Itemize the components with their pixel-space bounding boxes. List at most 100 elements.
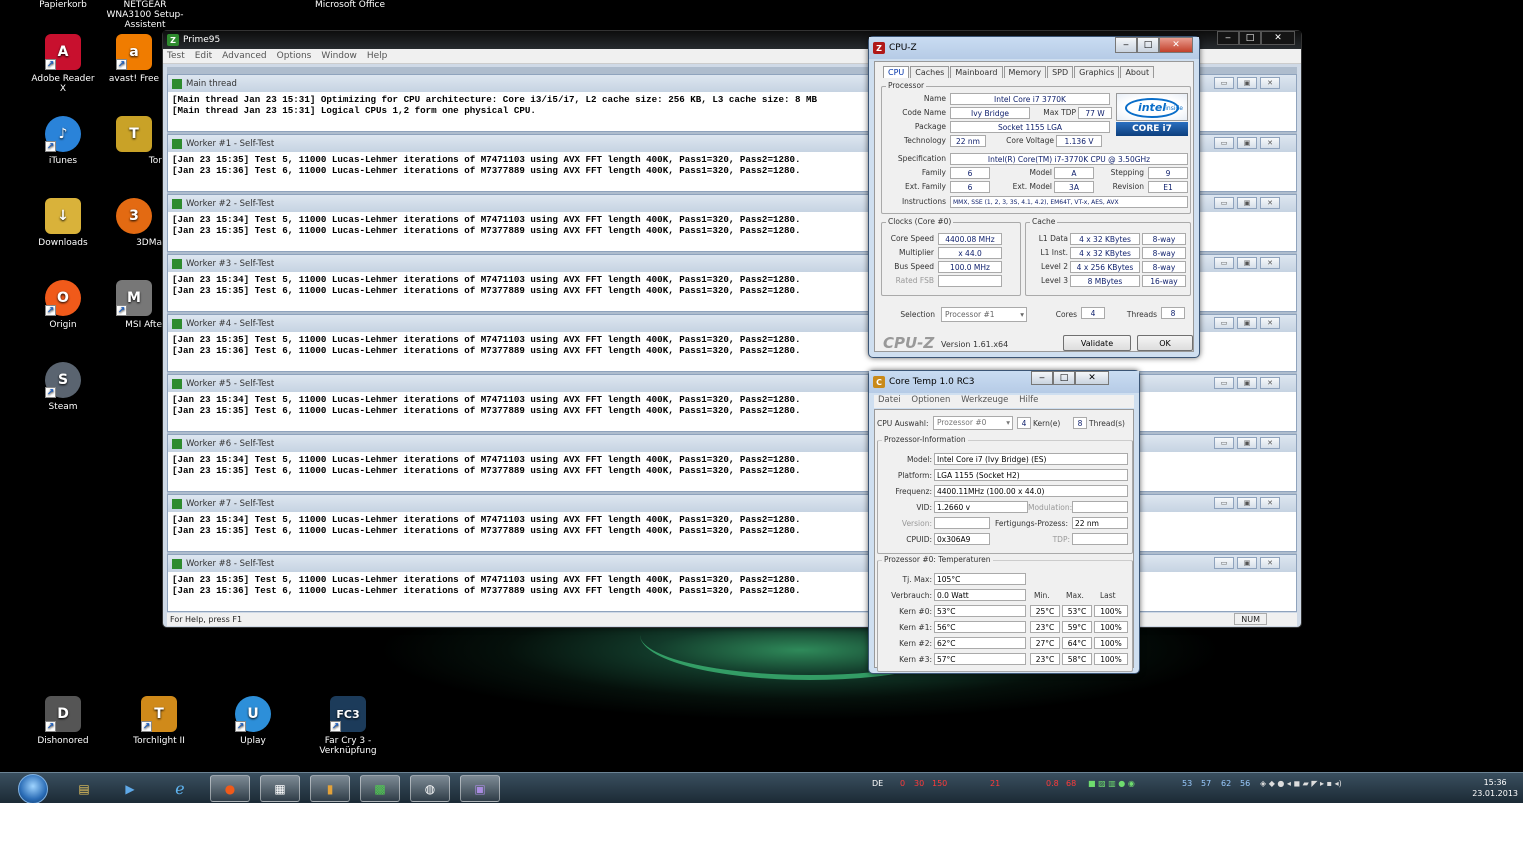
mdi-minimize-button[interactable]: ▭ <box>1214 197 1234 209</box>
mdi-restore-button[interactable]: ▣ <box>1237 557 1257 569</box>
clock[interactable]: 15:36 23.01.2013 <box>1472 777 1518 799</box>
mdi-close-button[interactable]: ✕ <box>1260 77 1280 89</box>
tab-about[interactable]: About <box>1120 66 1155 78</box>
mdi-minimize-button[interactable]: ▭ <box>1214 77 1234 89</box>
cpuz-window[interactable]: Z CPU-Z ‒ □ ✕ CPU Caches Mainboard Memor… <box>868 36 1200 358</box>
taskbar-internet-explorer-button[interactable]: ℯ <box>160 775 200 802</box>
mdi-close-button[interactable]: ✕ <box>1260 497 1280 509</box>
mdi-close-button[interactable]: ✕ <box>1260 557 1280 569</box>
tray-value: 21 <box>990 779 1001 788</box>
taskbar-cpuz-button[interactable]: ▦ <box>260 775 300 802</box>
tab-mainboard[interactable]: Mainboard <box>950 66 1003 78</box>
tab-cpu[interactable]: CPU <box>883 66 910 78</box>
taskbar-prime95-button[interactable]: ▩ <box>360 775 400 802</box>
language-indicator[interactable]: DE <box>872 779 883 788</box>
cpuz-titlebar[interactable]: Z CPU-Z ‒ □ ✕ <box>869 37 1199 59</box>
desktop-icon-avast[interactable]: a ↗ avast! Free <box>106 34 162 84</box>
menu-datei[interactable]: Datei <box>878 395 901 405</box>
desktop-icon-dishonored[interactable]: D ↗ Dishonored <box>28 696 98 746</box>
mdi-restore-button[interactable]: ▣ <box>1237 497 1257 509</box>
menu-edit[interactable]: Edit <box>195 51 212 61</box>
menu-optionen[interactable]: Optionen <box>911 395 950 405</box>
desktop-label-recycle-bin[interactable]: Papierkorb <box>18 0 108 10</box>
desktop-icon-3dmark[interactable]: 3 3DMa <box>106 198 162 248</box>
taskbar-steam-button[interactable]: ◍ <box>410 775 450 802</box>
menu-window[interactable]: Window <box>321 51 357 61</box>
coretemp-window[interactable]: C Core Temp 1.0 RC3 ‒ □ ✕ Datei Optionen… <box>868 370 1140 674</box>
chevron-down-icon: ▾ <box>1006 418 1010 427</box>
mdi-restore-button[interactable]: ▣ <box>1237 197 1257 209</box>
menu-options[interactable]: Options <box>277 51 312 61</box>
thread-icon <box>172 78 182 89</box>
taskbar-coretemp-button[interactable]: ▮ <box>310 775 350 802</box>
desktop-icon-steam[interactable]: S ↗ Steam <box>28 362 98 412</box>
taskbar-explorer-button[interactable]: ▤ <box>64 775 104 802</box>
maximize-button[interactable]: □ <box>1053 371 1075 385</box>
processor-select[interactable]: Processor #1 ▾ <box>941 307 1027 322</box>
cpu-select[interactable]: Prozessor #0 ▾ <box>933 416 1013 430</box>
desktop-icon-downloads[interactable]: ↓ Downloads <box>28 198 98 248</box>
minimize-button[interactable]: ‒ <box>1115 37 1137 53</box>
mdi-minimize-button[interactable]: ▭ <box>1214 137 1234 149</box>
close-button[interactable]: ✕ <box>1159 37 1193 53</box>
desktop-icon-origin[interactable]: O ↗ Origin <box>28 280 98 330</box>
mdi-restore-button[interactable]: ▣ <box>1237 137 1257 149</box>
mdi-restore-button[interactable]: ▣ <box>1237 77 1257 89</box>
mdi-close-button[interactable]: ✕ <box>1260 197 1280 209</box>
mdi-minimize-button[interactable]: ▭ <box>1214 557 1234 569</box>
maximize-button[interactable]: □ <box>1137 37 1159 53</box>
desktop-icon-torchlight[interactable]: T ↗ Torchlight II <box>124 696 194 746</box>
tray-icons-group[interactable]: ◈ ◆ ● ◂ ◼ ▰ ◤ ▸ ▪ ◂) <box>1260 779 1342 788</box>
mdi-close-button[interactable]: ✕ <box>1260 317 1280 329</box>
mdi-close-button[interactable]: ✕ <box>1260 377 1280 389</box>
tab-spd[interactable]: SPD <box>1047 66 1074 78</box>
uplay-icon: U ↗ <box>235 696 271 732</box>
mdi-restore-button[interactable]: ▣ <box>1237 377 1257 389</box>
desktop-label-netgear[interactable]: NETGEAR WNA3100 Setup-Assistent <box>100 0 190 30</box>
tab-caches[interactable]: Caches <box>910 66 950 78</box>
codename-value: Ivy Bridge <box>950 107 1030 119</box>
menu-werkzeuge[interactable]: Werkzeuge <box>961 395 1008 405</box>
tab-graphics[interactable]: Graphics <box>1074 66 1120 78</box>
taskbar-origin-button[interactable]: ● <box>210 775 250 802</box>
bus-speed-value: 100.0 MHz <box>938 261 1002 273</box>
mdi-minimize-button[interactable]: ▭ <box>1214 257 1234 269</box>
mdi-minimize-button[interactable]: ▭ <box>1214 377 1234 389</box>
mdi-minimize-button[interactable]: ▭ <box>1214 497 1234 509</box>
desktop-label-office[interactable]: Microsoft Office <box>305 0 395 10</box>
mdi-minimize-button[interactable]: ▭ <box>1214 437 1234 449</box>
mdi-close-button[interactable]: ✕ <box>1260 137 1280 149</box>
desktop-icon-adobe-reader[interactable]: A ↗ Adobe Reader X <box>28 34 98 94</box>
field-label: Thread(s) <box>1089 419 1125 428</box>
mdi-restore-button[interactable]: ▣ <box>1237 317 1257 329</box>
desktop-icon-msi-afterburner[interactable]: M ↗ MSI Afte <box>106 280 162 330</box>
desktop-icon-far-cry-3[interactable]: FC3 ↗ Far Cry 3 - Verknüpfung <box>313 696 383 756</box>
mdi-minimize-button[interactable]: ▭ <box>1214 317 1234 329</box>
desktop-icon-uplay[interactable]: U ↗ Uplay <box>218 696 288 746</box>
menu-test[interactable]: Test <box>167 51 185 61</box>
menu-advanced[interactable]: Advanced <box>222 51 266 61</box>
close-button[interactable]: ✕ <box>1261 31 1295 45</box>
minimize-button[interactable]: ‒ <box>1031 371 1053 385</box>
validate-button[interactable]: Validate <box>1063 335 1131 351</box>
taskbar-media-player-button[interactable]: ▶ <box>110 775 150 802</box>
minimize-button[interactable]: ‒ <box>1217 31 1239 45</box>
start-button[interactable] <box>18 774 48 803</box>
ok-button[interactable]: OK <box>1137 335 1193 351</box>
taskbar-monitor-button[interactable]: ▣ <box>460 775 500 802</box>
tab-memory[interactable]: Memory <box>1003 66 1047 78</box>
mdi-restore-button[interactable]: ▣ <box>1237 437 1257 449</box>
desktop-icon-itunes[interactable]: ♪ ↗ iTunes <box>28 116 98 166</box>
mdi-restore-button[interactable]: ▣ <box>1237 257 1257 269</box>
mdi-close-button[interactable]: ✕ <box>1260 257 1280 269</box>
close-button[interactable]: ✕ <box>1075 371 1109 385</box>
mdi-close-button[interactable]: ✕ <box>1260 437 1280 449</box>
maximize-button[interactable]: □ <box>1239 31 1261 45</box>
tray-value: 150 <box>932 779 948 788</box>
field-label: Family <box>921 168 946 177</box>
coretemp-titlebar[interactable]: C Core Temp 1.0 RC3 ‒ □ ✕ <box>869 371 1139 393</box>
tray-icons-group[interactable]: ■ ▨ ▥ ● ◉ <box>1088 779 1135 788</box>
desktop-icon-tor[interactable]: T Tor <box>106 116 162 166</box>
menu-help[interactable]: Help <box>367 51 388 61</box>
menu-hilfe[interactable]: Hilfe <box>1019 395 1038 405</box>
